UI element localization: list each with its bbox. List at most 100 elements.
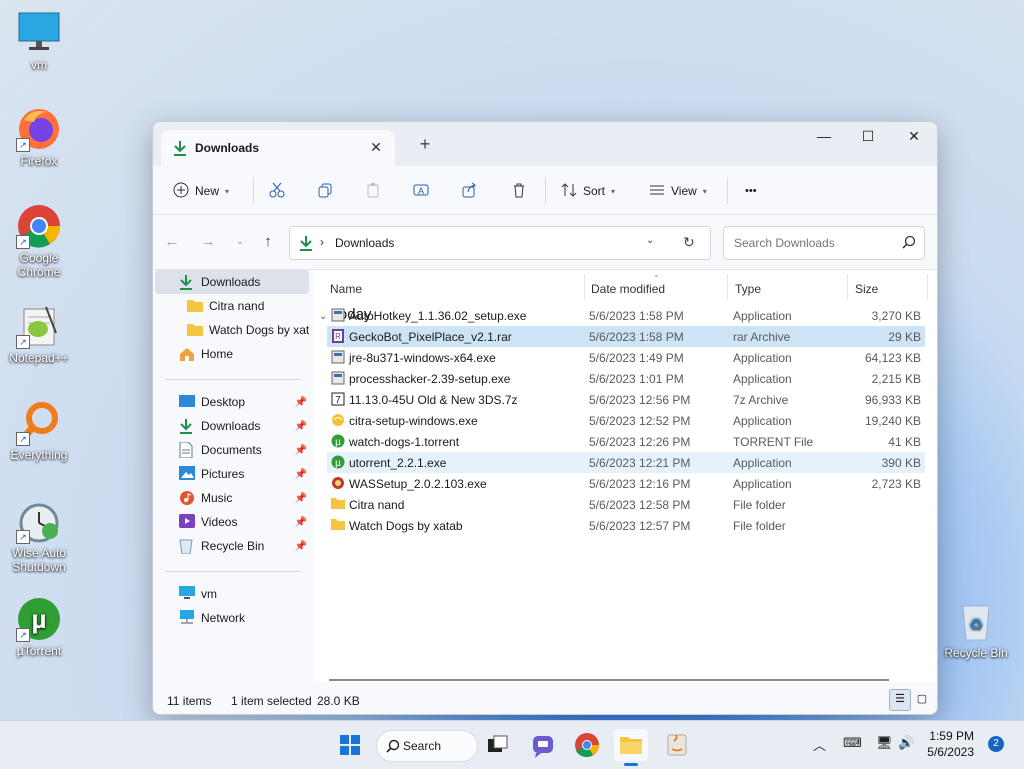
view-button[interactable]: View ▾: [649, 178, 707, 204]
java-icon: [660, 734, 694, 764]
sidebar-item-downloads-pinned[interactable]: Downloads 📌: [155, 414, 309, 438]
address-bar[interactable]: › Downloads ⌄ ↻: [289, 226, 711, 260]
desktop-icon-label: µTorrent: [16, 644, 62, 658]
pictures-icon: [179, 466, 195, 482]
up-button[interactable]: ↑: [257, 231, 279, 253]
desktop-icon-recycle-bin[interactable]: ♻ Recycle Bin: [938, 598, 1014, 660]
file-type: Application: [733, 372, 792, 386]
file-type: Application: [733, 351, 792, 365]
citra-icon: [331, 413, 345, 427]
close-tab-icon[interactable]: ✕: [365, 136, 387, 158]
file-row[interactable]: processhacker-2.39-setup.exe 5/6/2023 1:0…: [327, 368, 925, 389]
new-tab-button[interactable]: +: [415, 134, 435, 154]
column-header-size[interactable]: Size: [855, 282, 878, 296]
file-row[interactable]: Watch Dogs by xatab 5/6/2023 12:57 PM File…: [327, 515, 925, 536]
back-button[interactable]: ←: [161, 231, 183, 253]
file-type: Application: [733, 309, 792, 323]
file-size: 64,123 KB: [864, 351, 921, 365]
clock-date: 5/6/2023: [927, 745, 974, 759]
close-button[interactable]: ✕: [891, 122, 937, 152]
chrome-taskbar-button[interactable]: [570, 729, 604, 761]
desktop-icon-notepadpp[interactable]: ↗ Notepad++: [1, 303, 77, 365]
desktop-icon-label: vm: [31, 58, 47, 72]
file-row[interactable]: citra-setup-windows.exe 5/6/2023 12:52 PM…: [327, 410, 925, 431]
sidebar-item-pictures[interactable]: Pictures 📌: [155, 462, 309, 486]
notification-badge[interactable]: 2: [988, 736, 1004, 752]
sidebar-item-downloads[interactable]: Downloads: [155, 270, 309, 294]
sidebar-item-watch-dogs[interactable]: Watch Dogs by xatab: [155, 318, 309, 342]
file-name: citra-setup-windows.exe: [349, 414, 478, 428]
start-button[interactable]: [333, 729, 367, 761]
folder-icon: [187, 322, 203, 338]
file-row[interactable]: 7 11.13.0-45U Old & New 3DS.7z 5/6/2023 12…: [327, 389, 925, 410]
pin-icon: 📌: [294, 540, 307, 552]
system-clock[interactable]: 1:59 PM 5/6/2023: [927, 728, 974, 760]
desktop-icon-chrome[interactable]: ↗ Google Chrome: [1, 203, 77, 279]
cut-button[interactable]: [269, 178, 285, 204]
paste-button[interactable]: [365, 178, 381, 204]
search-box[interactable]: [723, 226, 925, 260]
taskbar-search[interactable]: Search: [376, 730, 478, 762]
sidebar-item-label: vm: [201, 587, 217, 601]
maximize-button[interactable]: ☐: [845, 122, 891, 152]
share-button[interactable]: [461, 178, 477, 204]
task-view-button[interactable]: [480, 729, 514, 761]
pin-icon: 📌: [294, 516, 307, 528]
copy-button[interactable]: [317, 178, 333, 204]
chevron-down-icon[interactable]: ⌄: [646, 235, 654, 246]
refresh-icon[interactable]: ↻: [683, 234, 695, 251]
tiles-view-button[interactable]: ▢: [911, 689, 933, 711]
address-row: ← → ⌄ ↑ › Downloads ⌄ ↻: [153, 215, 937, 270]
column-header-name[interactable]: Name: [330, 282, 362, 296]
file-row[interactable]: Citra nand 5/6/2023 12:58 PM File folder: [327, 494, 925, 515]
column-header-type[interactable]: Type: [735, 282, 761, 296]
file-explorer-taskbar-button[interactable]: [614, 729, 648, 766]
file-row[interactable]: R GeckoBot_PixelPlace_v2.1.rar 5/6/2023 1:…: [327, 326, 925, 347]
teams-chat-button[interactable]: [526, 729, 560, 761]
file-date: 5/6/2023 1:49 PM: [589, 351, 684, 365]
sidebar-item-music[interactable]: Music 📌: [155, 486, 309, 510]
minimize-button[interactable]: —: [801, 122, 847, 152]
java-taskbar-button[interactable]: [660, 729, 694, 761]
sidebar-item-label: Desktop: [201, 395, 246, 409]
desktop-icon-everything[interactable]: ↗ Everything: [1, 400, 77, 462]
more-options-button[interactable]: •••: [745, 178, 757, 204]
search-input[interactable]: [732, 235, 896, 251]
desktop-icon-wise-shutdown[interactable]: ↗ Wise Auto Shutdown: [1, 498, 77, 574]
delete-button[interactable]: [511, 178, 527, 204]
svg-text:µ: µ: [32, 604, 47, 634]
recent-locations-button[interactable]: ⌄: [229, 231, 251, 253]
tab-downloads[interactable]: Downloads ✕: [161, 130, 395, 166]
network-status-icon[interactable]: 🖥: [876, 735, 893, 751]
sort-button[interactable]: Sort ▾: [561, 178, 615, 204]
desktop-icon-firefox[interactable]: ↗ Firefox: [1, 106, 77, 168]
new-button[interactable]: New ▾: [173, 178, 229, 204]
rename-button[interactable]: A: [413, 178, 429, 204]
file-row[interactable]: µ utorrent_2.2.1.exe 5/6/2023 12:21 PM Appl…: [327, 452, 925, 473]
sidebar-item-network[interactable]: Network: [155, 606, 309, 630]
details-view-button[interactable]: ☰: [889, 689, 911, 711]
sidebar-item-recycle-bin[interactable]: Recycle Bin 📌: [155, 534, 309, 558]
sidebar-item-documents[interactable]: Documents 📌: [155, 438, 309, 462]
desktop-icon-vm[interactable]: vm: [1, 10, 77, 72]
file-row[interactable]: AutoHotkey_1.1.36.02_setup.exe 5/6/2023 1…: [327, 305, 925, 326]
column-header-date[interactable]: Date modified: [591, 282, 665, 296]
sidebar-item-home[interactable]: Home: [155, 342, 309, 366]
file-row[interactable]: µ watch-dogs-1.torrent 5/6/2023 12:26 PM TO…: [327, 431, 925, 452]
sidebar-item-desktop[interactable]: Desktop 📌: [155, 390, 309, 414]
desktop-icon-utorrent[interactable]: µ ↗ µTorrent: [1, 596, 77, 658]
file-row[interactable]: jre-8u371-windows-x64.exe 5/6/2023 1:49 P…: [327, 347, 925, 368]
volume-icon[interactable]: 🔊: [898, 735, 914, 751]
download-icon: [173, 140, 187, 159]
keyboard-icon[interactable]: ⌨: [843, 735, 862, 751]
chevron-down-icon: ▾: [611, 186, 616, 196]
show-hidden-icons-button[interactable]: ︿: [813, 735, 826, 754]
sidebar-item-citra-nand[interactable]: Citra nand: [155, 294, 309, 318]
horizontal-scrollbar[interactable]: [329, 679, 889, 681]
sidebar-item-videos[interactable]: Videos 📌: [155, 510, 309, 534]
file-name: utorrent_2.2.1.exe: [349, 456, 447, 470]
file-row[interactable]: WASSetup_2.0.2.103.exe 5/6/2023 12:16 PM A…: [327, 473, 925, 494]
home-icon: [179, 346, 195, 362]
forward-button[interactable]: →: [197, 231, 219, 253]
sidebar-item-vm[interactable]: vm: [155, 582, 309, 606]
